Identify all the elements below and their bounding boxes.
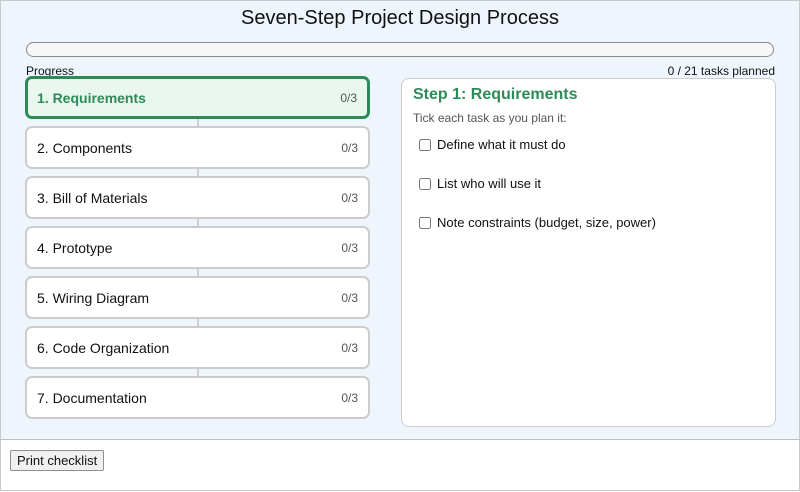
step-count: 0/3 bbox=[341, 240, 358, 255]
step-count: 0/3 bbox=[341, 340, 358, 355]
step-label: 7. Documentation bbox=[37, 389, 147, 406]
task-checkbox[interactable] bbox=[419, 177, 431, 190]
step-heading: Step 1: Requirements bbox=[413, 86, 578, 103]
step-list: 1. Requirements 0/3 2. Components 0/3 3.… bbox=[25, 76, 370, 421]
task-checkbox[interactable] bbox=[419, 138, 431, 151]
progress-bar bbox=[26, 42, 774, 57]
step-label: 2. Components bbox=[37, 139, 132, 156]
task-checkbox[interactable] bbox=[419, 216, 431, 229]
task-label: Define what it must do bbox=[437, 137, 566, 152]
task-label: List who will use it bbox=[437, 176, 542, 191]
step-item-components[interactable]: 2. Components 0/3 bbox=[25, 126, 370, 169]
step-item-bill-of-materials[interactable]: 3. Bill of Materials 0/3 bbox=[25, 176, 370, 219]
page-title: Seven-Step Project Design Process bbox=[241, 7, 559, 29]
task-item[interactable]: List who will use it bbox=[413, 176, 764, 191]
step-count: 0/3 bbox=[341, 140, 358, 155]
step-item-wiring-diagram[interactable]: 5. Wiring Diagram 0/3 bbox=[25, 276, 370, 319]
task-label: Note constraints (budget, size, power) bbox=[437, 215, 656, 230]
step-count: 0/3 bbox=[340, 90, 357, 105]
step-count: 0/3 bbox=[341, 390, 358, 405]
print-checklist-button[interactable]: Print checklist bbox=[10, 450, 105, 471]
step-label: 4. Prototype bbox=[37, 239, 113, 256]
task-item[interactable]: Define what it must do bbox=[413, 137, 764, 152]
step-item-requirements[interactable]: 1. Requirements 0/3 bbox=[25, 76, 370, 119]
step-label: 3. Bill of Materials bbox=[37, 189, 148, 206]
step-label: 5. Wiring Diagram bbox=[37, 289, 150, 306]
step-hint: Tick each task as you plan it: bbox=[413, 111, 567, 125]
progress-count: 0 / 21 tasks planned bbox=[667, 64, 775, 78]
app-window: Seven-Step Project Design Process Progre… bbox=[0, 0, 800, 440]
step-item-prototype[interactable]: 4. Prototype 0/3 bbox=[25, 226, 370, 269]
step-item-documentation[interactable]: 7. Documentation 0/3 bbox=[25, 376, 370, 419]
step-detail-panel: Step 1: Requirements Tick each task as y… bbox=[401, 78, 776, 427]
step-count: 0/3 bbox=[341, 290, 358, 305]
step-item-code-organization[interactable]: 6. Code Organization 0/3 bbox=[25, 326, 370, 369]
step-label: 1. Requirements bbox=[37, 89, 146, 106]
step-label: 6. Code Organization bbox=[37, 339, 170, 356]
footer-bar: Print checklist bbox=[0, 440, 800, 491]
step-count: 0/3 bbox=[341, 190, 358, 205]
task-item[interactable]: Note constraints (budget, size, power) bbox=[413, 215, 764, 230]
